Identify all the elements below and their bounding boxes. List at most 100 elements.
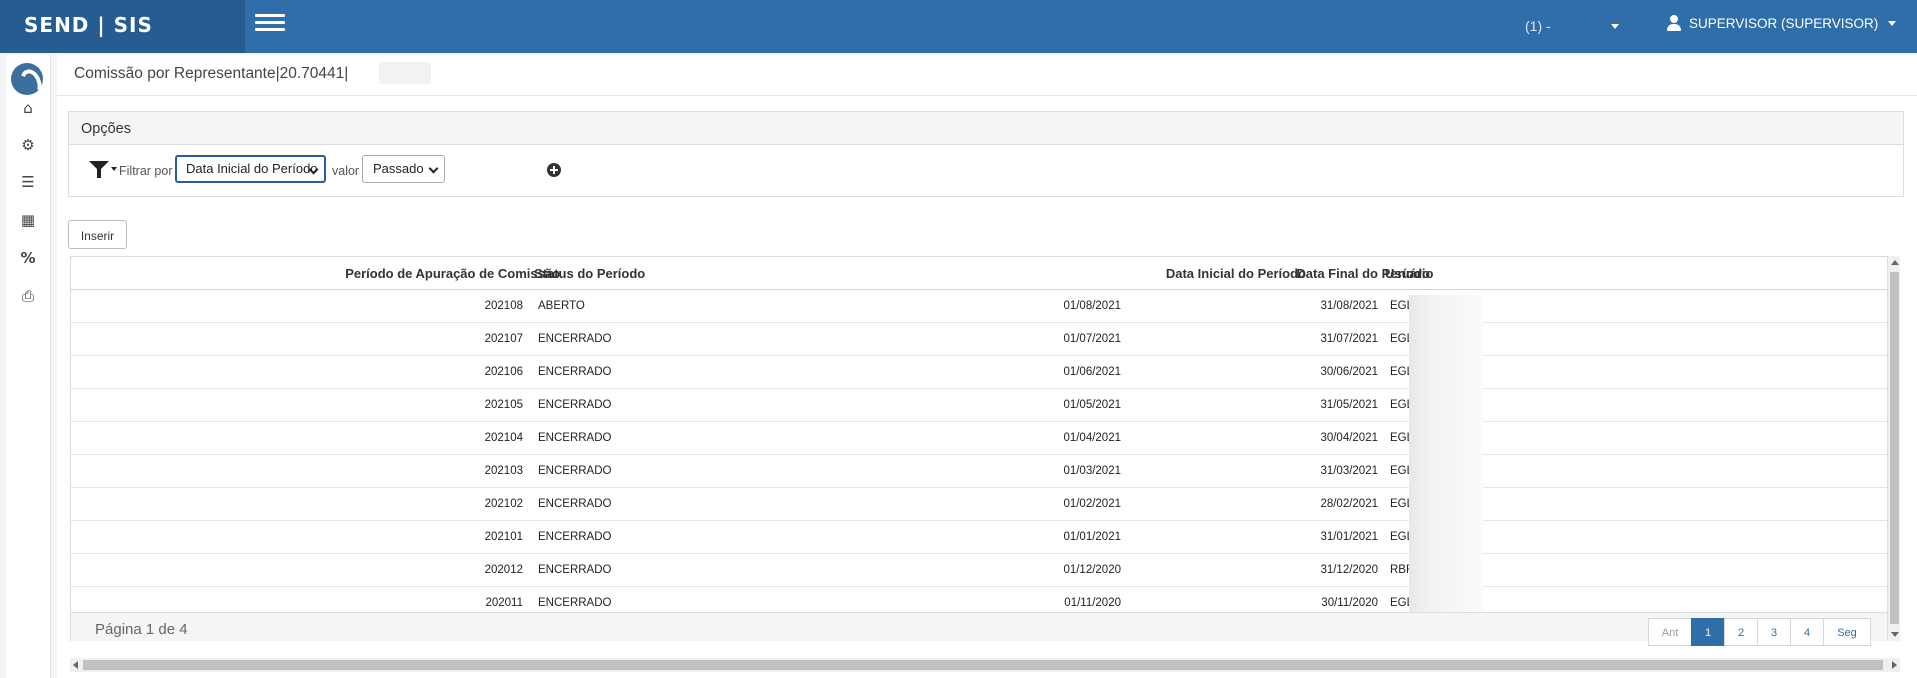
cell-data-final: 31/12/2020 <box>1320 564 1378 576</box>
horizontal-scrollbar[interactable] <box>70 658 1900 672</box>
chevron-down-icon[interactable] <box>1611 24 1619 29</box>
cell-status: ENCERRADO <box>538 333 612 345</box>
filter-field-value: Data Inicial do Período <box>186 161 318 176</box>
cell-periodo: 202107 <box>484 333 523 345</box>
cell-periodo: 202104 <box>484 432 523 444</box>
cell-data-final: 30/11/2020 <box>1321 597 1378 609</box>
cell-data-inicial: 01/11/2020 <box>1064 597 1121 609</box>
table-row[interactable]: 202106 ENCERRADO 01/06/2021 30/06/2021 E… <box>71 356 1887 389</box>
chevron-down-icon <box>428 163 439 174</box>
chevron-down-icon <box>111 167 117 171</box>
scroll-up-icon[interactable] <box>1891 260 1899 265</box>
table-row[interactable]: 202103 ENCERRADO 01/03/2021 31/03/2021 E… <box>71 455 1887 488</box>
page-title: Comissão por Representante|20.70441| <box>74 65 349 82</box>
cell-data-inicial: 01/07/2021 <box>1063 333 1121 345</box>
pagination-next-button[interactable]: Seg <box>1823 618 1871 646</box>
cell-status: ENCERRADO <box>538 366 612 378</box>
percent-icon[interactable]: % <box>19 249 37 267</box>
pagination-prev-button[interactable]: Ant <box>1648 618 1692 646</box>
table-row[interactable]: 202104 ENCERRADO 01/04/2021 30/04/2021 E… <box>71 422 1887 455</box>
cell-status: ENCERRADO <box>538 531 612 543</box>
value-label: valor <box>332 164 360 178</box>
divider <box>57 95 1917 96</box>
filter-value-select[interactable]: Passado <box>362 155 445 183</box>
cell-data-inicial: 01/05/2021 <box>1063 399 1121 411</box>
filter-icon[interactable] <box>89 161 117 181</box>
table-row[interactable]: 202102 ENCERRADO 01/02/2021 28/02/2021 E… <box>71 488 1887 521</box>
vertical-scrollbar[interactable] <box>1887 256 1900 641</box>
cell-data-final: 31/07/2021 <box>1320 333 1378 345</box>
cell-data-inicial: 01/12/2020 <box>1063 564 1121 576</box>
pagination-page-button[interactable]: 4 <box>1790 618 1824 646</box>
table-row[interactable]: 202107 ENCERRADO 01/07/2021 31/07/2021 E… <box>71 323 1887 356</box>
cell-data-inicial: 01/03/2021 <box>1063 465 1121 477</box>
cell-data-final: 28/02/2021 <box>1320 498 1378 510</box>
filter-row: Filtrar por Data Inicial do Período valo… <box>69 145 1903 197</box>
column-header-usuario[interactable]: Usuário <box>1385 266 1433 281</box>
calculator-icon[interactable]: ▦ <box>19 211 37 229</box>
stack-icon[interactable]: ☰ <box>19 173 37 191</box>
user-icon <box>1667 15 1681 31</box>
cell-status: ENCERRADO <box>538 432 612 444</box>
scroll-left-icon[interactable] <box>73 661 78 669</box>
cell-periodo: 202011 <box>485 597 523 609</box>
company-selector[interactable]: (1) - <box>1525 18 1551 34</box>
pagination: Ant 1 2 3 4 Seg <box>1648 618 1871 646</box>
table-row[interactable]: 202105 ENCERRADO 01/05/2021 31/05/2021 E… <box>71 389 1887 422</box>
filter-field-select[interactable]: Data Inicial do Período <box>175 155 326 183</box>
cell-periodo: 202101 <box>484 531 523 543</box>
sidebar: ⌂ ⚙ ☰ ▦ % ⎙ <box>6 55 51 678</box>
home-icon[interactable]: ⌂ <box>19 99 37 117</box>
pagination-page-button[interactable]: 3 <box>1757 618 1791 646</box>
logo-icon[interactable] <box>11 63 43 95</box>
user-menu[interactable]: SUPERVISOR (SUPERVISOR) <box>1667 15 1897 31</box>
cell-periodo: 202106 <box>484 366 523 378</box>
scroll-down-icon[interactable] <box>1891 632 1899 637</box>
print-icon[interactable]: ⎙ <box>19 287 37 305</box>
page-info: Página 1 de 4 <box>95 621 188 638</box>
redacted-field <box>1409 295 1483 613</box>
cell-periodo: 202105 <box>484 399 523 411</box>
cell-periodo: 202012 <box>484 564 523 576</box>
table-row[interactable]: 202108 ABERTO 01/08/2021 31/08/2021 EGL <box>71 290 1887 323</box>
cell-periodo: 202108 <box>484 300 523 312</box>
pagination-page-button[interactable]: 1 <box>1691 618 1725 646</box>
table-row[interactable]: 202101 ENCERRADO 01/01/2021 31/01/2021 E… <box>71 521 1887 554</box>
table-row[interactable]: 202012 ENCERRADO 01/12/2020 31/12/2020 R… <box>71 554 1887 587</box>
cell-data-final: 31/03/2021 <box>1320 465 1378 477</box>
options-heading[interactable]: Opções <box>69 112 1903 145</box>
menu-toggle-icon[interactable] <box>255 14 285 38</box>
cell-data-final: 31/08/2021 <box>1320 300 1378 312</box>
cell-status: ENCERRADO <box>538 498 612 510</box>
cell-status: ENCERRADO <box>538 465 612 477</box>
cogs-icon[interactable]: ⚙ <box>19 136 37 154</box>
scrollbar-thumb[interactable] <box>83 660 1883 670</box>
cell-status: ENCERRADO <box>538 597 612 609</box>
cell-status: ENCERRADO <box>538 399 612 411</box>
column-header-data-inicial[interactable]: Data Inicial do Período <box>1166 266 1306 281</box>
cell-data-inicial: 01/01/2021 <box>1063 531 1121 543</box>
cell-data-final: 30/04/2021 <box>1320 432 1378 444</box>
column-header-periodo[interactable]: Período de Apuração de Comissão <box>345 266 560 281</box>
cell-data-final: 31/01/2021 <box>1320 531 1378 543</box>
brand-logo[interactable]: SEND | SIS <box>0 0 245 53</box>
pagination-page-button[interactable]: 2 <box>1724 618 1758 646</box>
cell-status: ENCERRADO <box>538 564 612 576</box>
main-content: Comissão por Representante|20.70441| Opç… <box>57 55 1917 678</box>
chevron-down-icon <box>1888 20 1897 26</box>
top-navbar: SEND | SIS (1) - SUPERVISOR (SUPERVISOR) <box>0 0 1917 53</box>
column-header-status[interactable]: Status do Período <box>534 266 645 281</box>
table-header: Período de Apuração de Comissão Status d… <box>71 257 1887 290</box>
cell-data-inicial: 01/06/2021 <box>1063 366 1121 378</box>
cell-periodo: 202102 <box>484 498 523 510</box>
add-filter-icon[interactable] <box>547 163 561 177</box>
cell-data-inicial: 01/04/2021 <box>1063 432 1121 444</box>
insert-button[interactable]: Inserir <box>68 220 127 249</box>
scrollbar-thumb[interactable] <box>1890 272 1899 624</box>
filter-value-value: Passado <box>373 161 424 176</box>
user-name: SUPERVISOR (SUPERVISOR) <box>1689 15 1879 31</box>
table-footer: Página 1 de 4 Ant 1 2 3 4 Seg <box>71 612 1887 646</box>
scroll-right-icon[interactable] <box>1892 661 1897 669</box>
cell-data-inicial: 01/02/2021 <box>1063 498 1121 510</box>
cell-data-inicial: 01/08/2021 <box>1063 300 1121 312</box>
